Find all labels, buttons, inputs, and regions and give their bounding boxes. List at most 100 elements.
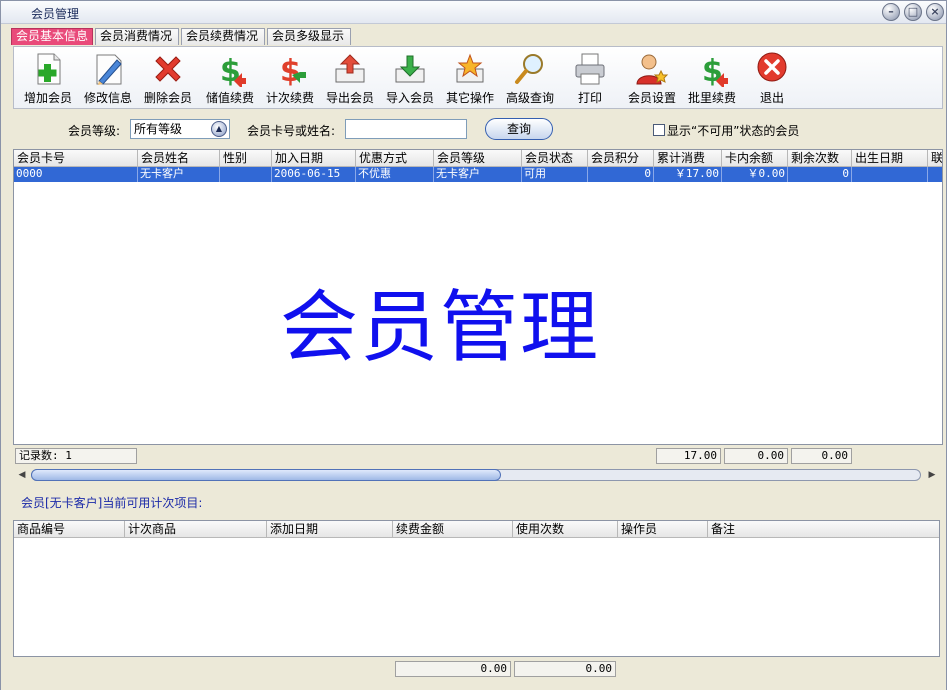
count-items-grid: 商品编号 计次商品 添加日期 续费金额 使用次数 操作员 备注 — [13, 520, 940, 657]
card-or-name-label: 会员卡号或姓名: — [247, 124, 336, 138]
svg-text:$: $ — [280, 54, 301, 87]
stored-value-renewal-button[interactable]: $ 储值续费 — [200, 51, 260, 107]
count-items-header: 商品编号 计次商品 添加日期 续费金额 使用次数 操作员 备注 — [14, 521, 939, 538]
column-header[interactable]: 联 — [928, 150, 942, 167]
watermark-title: 会员管理 — [280, 283, 601, 373]
exit-icon — [757, 52, 787, 82]
column-header[interactable]: 会员积分 — [588, 150, 654, 167]
count-items-summary: 0.00 0.00 — [13, 658, 940, 679]
column-header[interactable]: 会员等级 — [434, 150, 522, 167]
batch-renewal-button[interactable]: $ 批里续费 — [682, 51, 742, 107]
total-remaining-sum: 0.00 — [791, 448, 852, 464]
exit-button[interactable]: 退出 — [742, 51, 802, 107]
cell-remaining-count: 0 — [788, 167, 852, 182]
edit-info-label: 修改信息 — [83, 91, 132, 105]
record-count: 记录数: 1 — [15, 448, 137, 464]
other-operations-button[interactable]: 其它操作 — [440, 51, 500, 107]
column-header[interactable]: 操作员 — [618, 521, 708, 538]
window-title: 会员管理 — [31, 7, 80, 21]
cell-discount: 不优惠 — [356, 167, 434, 182]
column-header[interactable]: 会员状态 — [522, 150, 588, 167]
cell-card-balance: ￥0.00 — [722, 167, 788, 182]
exit-label: 退出 — [759, 91, 784, 105]
column-header[interactable]: 加入日期 — [272, 150, 356, 167]
tab-member-renewal[interactable]: 会员续费情况 — [181, 28, 265, 45]
member-settings-button[interactable]: 会员设置 — [622, 51, 682, 107]
column-header[interactable]: 优惠方式 — [356, 150, 434, 167]
total-uses: 0.00 — [514, 661, 616, 677]
member-level-value: 所有等级 — [134, 122, 183, 136]
count-renewal-button[interactable]: $ 计次续费 — [260, 51, 320, 107]
members-grid: 会员卡号 会员姓名 性别 加入日期 优惠方式 会员等级 会员状态 会员积分 累计… — [13, 149, 943, 445]
member-level-select[interactable]: 所有等级 ▲ — [130, 119, 230, 139]
cell-join-date: 2006-06-15 — [272, 167, 356, 182]
cell-points: 0 — [588, 167, 654, 182]
total-consumption-sum: 17.00 — [656, 448, 721, 464]
add-member-button[interactable]: 增加会员 — [18, 51, 78, 107]
print-button[interactable]: 打印 — [560, 51, 620, 107]
tab-member-multilevel[interactable]: 会员多级显示 — [267, 28, 351, 45]
filter-bar: 会员等级: 所有等级 ▲ 会员卡号或姓名: 查询 显示“不可用”状态的会员 — [13, 113, 943, 147]
table-row[interactable]: 0000 无卡客户 2006-06-15 不优惠 无卡客户 可用 0 ￥17.0… — [14, 167, 942, 182]
dollar-icon: $ — [702, 54, 728, 87]
print-label: 打印 — [577, 91, 602, 105]
edit-info-button[interactable]: 修改信息 — [78, 51, 138, 107]
card-or-name-input[interactable] — [345, 119, 467, 139]
scroll-right-icon[interactable]: ▶ — [925, 469, 939, 481]
import-member-label: 导入会员 — [385, 91, 434, 105]
column-header[interactable]: 累计消费 — [654, 150, 722, 167]
column-header[interactable]: 商品编号 — [14, 521, 125, 538]
column-header[interactable]: 添加日期 — [267, 521, 393, 538]
total-renewal-amount: 0.00 — [395, 661, 511, 677]
export-member-button[interactable]: 导出会员 — [320, 51, 380, 107]
column-header[interactable]: 出生日期 — [852, 150, 928, 167]
column-header[interactable]: 卡内余额 — [722, 150, 788, 167]
cell-gender — [220, 167, 272, 182]
minimize-icon[interactable]: – — [882, 3, 900, 21]
cell-birth-date — [852, 167, 928, 182]
scroll-left-icon[interactable]: ◀ — [15, 469, 29, 481]
member-settings-icon — [636, 54, 669, 85]
column-header[interactable]: 使用次数 — [513, 521, 618, 538]
toolbar: 增加会员 修改信息 删除会员 $ 储值续费 $ 计次续费 导出会员 导入会员 其… — [13, 46, 943, 109]
member-settings-label: 会员设置 — [627, 91, 676, 105]
import-icon — [395, 55, 425, 83]
scroll-thumb[interactable] — [31, 469, 501, 481]
total-balance-sum: 0.00 — [724, 448, 788, 464]
column-header[interactable]: 剩余次数 — [788, 150, 852, 167]
column-header[interactable]: 性别 — [220, 150, 272, 167]
show-unavailable-checkbox[interactable] — [653, 124, 665, 136]
members-grid-header: 会员卡号 会员姓名 性别 加入日期 优惠方式 会员等级 会员状态 会员积分 累计… — [14, 150, 942, 167]
advanced-query-label: 高级查询 — [505, 91, 554, 105]
delete-icon — [155, 56, 181, 82]
dollar-icon: $ — [220, 54, 246, 87]
magnifier-icon — [515, 54, 543, 84]
count-renewal-label: 计次续费 — [265, 91, 314, 105]
delete-member-button[interactable]: 删除会员 — [138, 51, 198, 107]
dollar-icon: $ — [280, 54, 306, 87]
chevron-down-icon[interactable]: ▲ — [211, 121, 227, 137]
advanced-query-button[interactable]: 高级查询 — [500, 51, 560, 107]
add-member-icon — [37, 53, 61, 85]
column-header[interactable]: 续费金额 — [393, 521, 513, 538]
cell-status: 可用 — [522, 167, 588, 182]
other-operations-label: 其它操作 — [445, 91, 494, 105]
column-header[interactable]: 备注 — [708, 521, 939, 538]
query-button[interactable]: 查询 — [485, 118, 553, 140]
member-management-window: 会员管理 – □ × 会员基本信息 会员消费情况 会员续费情况 会员多级显示 增… — [0, 0, 947, 690]
batch-renewal-label: 批里续费 — [687, 91, 736, 105]
tab-member-consumption[interactable]: 会员消费情况 — [95, 28, 179, 45]
cell-total-consumption: ￥17.00 — [654, 167, 722, 182]
maximize-icon[interactable]: □ — [904, 3, 922, 21]
close-icon[interactable]: × — [926, 3, 944, 21]
show-unavailable-label: 显示“不可用”状态的会员 — [667, 124, 800, 138]
add-member-label: 增加会员 — [23, 91, 72, 105]
edit-icon — [96, 54, 122, 85]
column-header[interactable]: 计次商品 — [125, 521, 267, 538]
column-header[interactable]: 会员卡号 — [14, 150, 138, 167]
horizontal-scrollbar[interactable]: ◀ ▶ — [13, 467, 943, 483]
import-member-button[interactable]: 导入会员 — [380, 51, 440, 107]
column-header[interactable]: 会员姓名 — [138, 150, 220, 167]
tab-member-basic-info[interactable]: 会员基本信息 — [11, 28, 93, 45]
cell-member-name: 无卡客户 — [138, 167, 220, 182]
